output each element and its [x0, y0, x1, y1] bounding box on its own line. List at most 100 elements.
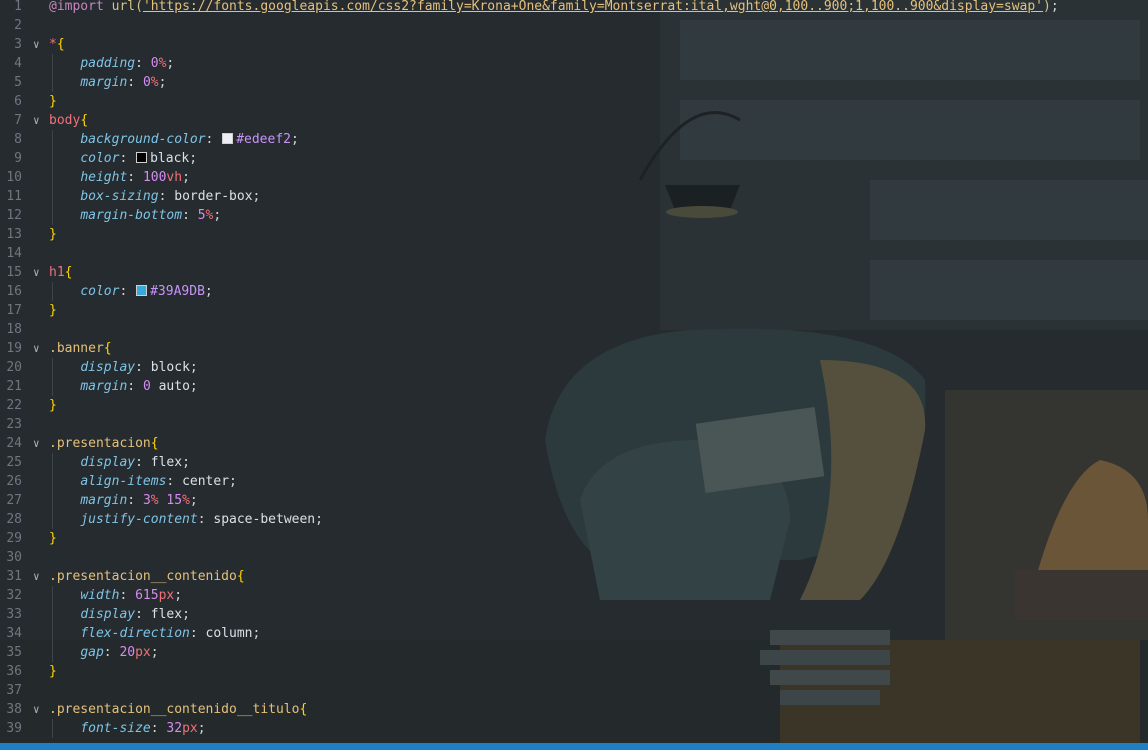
token-br: { [236, 569, 245, 584]
token-prop: color [80, 151, 120, 166]
code-editor[interactable]: 1 @import url('https://fonts.googleapis.c… [0, 0, 1148, 743]
code-text: } [49, 529, 57, 548]
indent-guide [52, 54, 53, 73]
token-punc: ; [182, 170, 190, 185]
code-line[interactable]: 6} [0, 92, 1148, 111]
code-text: margin-bottom: 5%; [49, 206, 221, 225]
code-line[interactable]: 3 ∨ *{ [0, 35, 1148, 54]
code-line[interactable]: 38 ∨ .presentacion__contenido__titulo{ [0, 700, 1148, 719]
code-line[interactable]: 19 ∨ .banner{ [0, 339, 1148, 358]
token-at: @import [49, 0, 104, 14]
token-punc: ; [182, 607, 190, 622]
color-swatch[interactable] [136, 285, 148, 296]
code-line[interactable]: 27 margin: 3% 15%; [0, 491, 1148, 510]
code-text: justify-content: space-between; [49, 510, 323, 529]
line-number: 29 [6, 531, 22, 546]
code-text: background-color: #edeef2; [49, 130, 299, 149]
code-text: } [49, 396, 57, 415]
code-line[interactable]: 13} [0, 225, 1148, 244]
code-line[interactable]: 37 [0, 681, 1148, 700]
code-text: display: flex; [49, 605, 190, 624]
code-line[interactable]: 25 display: flex; [0, 453, 1148, 472]
token-num: 100 [142, 170, 167, 185]
token-prop: display [80, 455, 136, 470]
code-line[interactable]: 29} [0, 529, 1148, 548]
code-text: box-sizing: border-box; [49, 187, 260, 206]
line-number: 13 [6, 227, 22, 242]
code-line[interactable]: 36} [0, 662, 1148, 681]
token-prop: margin [80, 379, 128, 394]
color-swatch[interactable] [222, 133, 234, 144]
token-punc: : [166, 474, 183, 489]
token-punc: : [127, 379, 143, 394]
chevron-down-icon[interactable]: ∨ [33, 567, 43, 586]
indent-guide [52, 472, 53, 491]
code-text: body{ [49, 111, 88, 130]
code-line[interactable]: 23 [0, 415, 1148, 434]
code-line[interactable]: 4 padding: 0%; [0, 54, 1148, 73]
code-text: height: 100vh; [49, 168, 190, 187]
token-val: column [205, 626, 253, 641]
chevron-down-icon[interactable]: ∨ [33, 434, 43, 453]
token-unit: px [135, 645, 151, 660]
code-line[interactable]: 18 [0, 320, 1148, 339]
indent-guide [52, 510, 53, 529]
chevron-down-icon[interactable]: ∨ [33, 339, 43, 358]
chevron-down-icon[interactable]: ∨ [33, 35, 43, 54]
code-line[interactable]: 5 margin: 0%; [0, 73, 1148, 92]
code-line[interactable]: 11 box-sizing: border-box; [0, 187, 1148, 206]
code-line[interactable]: 14 [0, 244, 1148, 263]
line-number: 4 [14, 56, 22, 71]
chevron-down-icon[interactable]: ∨ [33, 700, 43, 719]
line-number: 39 [6, 721, 22, 736]
code-line[interactable]: 10 height: 100vh; [0, 168, 1148, 187]
code-text: margin: 0 auto; [49, 377, 197, 396]
code-line[interactable]: 15 ∨ h1{ [0, 263, 1148, 282]
line-number: 23 [6, 417, 22, 432]
code-line[interactable]: 12 margin-bottom: 5%; [0, 206, 1148, 225]
token-punc: : [127, 75, 143, 90]
code-line[interactable]: 9 color: black; [0, 149, 1148, 168]
code-line[interactable]: 17} [0, 301, 1148, 320]
code-line[interactable]: 34 flex-direction: column; [0, 624, 1148, 643]
code-line[interactable]: 8 background-color: #edeef2; [0, 130, 1148, 149]
code-line[interactable]: 33 display: flex; [0, 605, 1148, 624]
code-line[interactable]: 2 [0, 16, 1148, 35]
indent-guide [52, 282, 53, 301]
code-text: font-size: 32px; [49, 719, 205, 738]
code-line[interactable]: 24 ∨ .presentacion{ [0, 434, 1148, 453]
chevron-down-icon[interactable]: ∨ [33, 111, 43, 130]
code-line[interactable]: 31 ∨ .presentacion__contenido{ [0, 567, 1148, 586]
code-text: } [49, 92, 57, 111]
code-line[interactable]: 21 margin: 0 auto; [0, 377, 1148, 396]
code-line[interactable]: 1 @import url('https://fonts.googleapis.c… [0, 0, 1148, 16]
code-line[interactable]: 16 color: #39A9DB; [0, 282, 1148, 301]
chevron-down-icon[interactable]: ∨ [33, 263, 43, 282]
token-prop: padding [80, 56, 136, 71]
code-line[interactable]: 26 align-items: center; [0, 472, 1148, 491]
line-number: 8 [14, 132, 22, 147]
token-punc: : [150, 721, 167, 736]
code-line[interactable]: 35 gap: 20px; [0, 643, 1148, 662]
indent-guide [52, 605, 53, 624]
line-number: 5 [14, 75, 22, 90]
code-text: .presentacion__contenido__titulo{ [49, 700, 307, 719]
color-swatch[interactable] [136, 152, 148, 163]
token-prop: margin-bottom [80, 208, 183, 223]
line-number: 1 [14, 0, 22, 14]
code-line[interactable]: 30 [0, 548, 1148, 567]
token-punc: ; [158, 75, 167, 90]
token-prop: flex-direction [80, 626, 190, 641]
code-line[interactable]: 28 justify-content: space-between; [0, 510, 1148, 529]
code-line[interactable]: 22} [0, 396, 1148, 415]
token-val: block [150, 360, 190, 375]
code-line[interactable]: 20 display: block; [0, 358, 1148, 377]
indent-guide [52, 187, 53, 206]
token-prop: color [80, 284, 120, 299]
token-fn: url( [111, 0, 143, 14]
token-punc: : [103, 645, 120, 660]
code-line[interactable]: 32 width: 615px; [0, 586, 1148, 605]
code-line[interactable]: 39 font-size: 32px; [0, 719, 1148, 738]
code-line[interactable]: 7 ∨ body{ [0, 111, 1148, 130]
line-number: 16 [6, 284, 22, 299]
